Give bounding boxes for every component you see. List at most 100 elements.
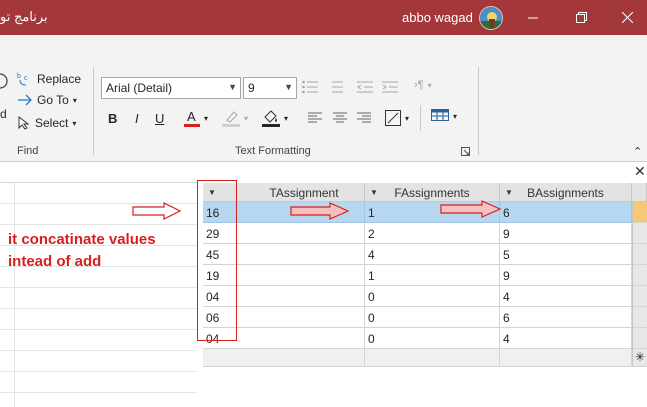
chevron-down-icon: ▾ [72, 118, 77, 128]
font-color-button[interactable]: A ▾ [184, 109, 208, 127]
restore-button[interactable] [558, 0, 604, 35]
table-row[interactable]: 16 1 6 [203, 202, 647, 223]
app-title: برنامج تو [0, 9, 48, 24]
bullet-list-icon[interactable] [302, 80, 318, 94]
avatar[interactable] [479, 6, 503, 30]
replace-button[interactable]: b c Replace [17, 71, 81, 87]
find-group-label: Find [17, 145, 39, 157]
table-row[interactable]: 19 1 9 [203, 265, 647, 286]
select-label: Select [35, 116, 69, 130]
font-name-value: Arial (Detail) [106, 81, 173, 95]
chevron-down-icon: ▾ [244, 113, 249, 123]
close-document-icon[interactable]: ✕ [634, 163, 646, 180]
goto-label: Go To [37, 93, 69, 107]
table-row[interactable]: 06 0 6 [203, 307, 647, 328]
text-direction-button[interactable]: ›¶ ▾ [414, 79, 432, 91]
replace-icon: b c [17, 73, 28, 86]
collapse-ribbon-icon[interactable]: ⌃ [633, 145, 642, 158]
underline-button[interactable]: U [155, 111, 164, 126]
chevron-down-icon: ▾ [284, 113, 289, 123]
chevron-down-icon: ▾ [427, 80, 432, 90]
chevron-down-icon: ▾ [405, 113, 410, 123]
find-partial-label: d [0, 107, 7, 121]
title-bar: برنامج تو abbo wagad [0, 0, 647, 35]
record-selector[interactable] [632, 202, 647, 223]
new-record-icon[interactable]: ✳ [632, 349, 647, 367]
font-name-select[interactable]: Arial (Detail) ▼ [101, 77, 241, 99]
table-row[interactable]: 29 2 9 [203, 223, 647, 244]
alternate-row-color-button[interactable]: ▾ [431, 109, 457, 123]
close-window-button[interactable] [604, 0, 647, 35]
cell-bassignments[interactable]: 9 [500, 265, 632, 286]
table-color-icon [431, 109, 449, 121]
group-divider [420, 105, 421, 131]
arrow-right-icon [18, 94, 32, 106]
new-record-row[interactable]: ✳ [203, 349, 647, 367]
increase-indent-icon[interactable] [382, 80, 398, 94]
annotation-arrow-icon [132, 202, 182, 220]
gridlines-icon [385, 110, 401, 126]
chevron-down-icon: ▾ [453, 111, 458, 121]
replace-label: Replace [37, 72, 82, 86]
align-left-icon[interactable] [308, 112, 322, 124]
cell-fassignments[interactable]: 1 [365, 265, 500, 286]
align-right-icon[interactable] [357, 112, 371, 124]
cell-fassignments[interactable]: 0 [365, 328, 500, 349]
highlight-box [197, 180, 237, 341]
decrease-indent-icon[interactable] [357, 80, 373, 94]
goto-button[interactable]: Go To ▾ [17, 93, 77, 107]
record-selector[interactable] [632, 244, 647, 265]
user-name[interactable]: abbo wagad [402, 10, 473, 25]
svg-text:c: c [24, 75, 28, 82]
cell-bassignments[interactable]: 5 [500, 244, 632, 265]
divider [14, 183, 15, 407]
italic-button[interactable]: I [135, 111, 139, 126]
cell-fassignments[interactable]: 4 [365, 244, 500, 265]
record-selector[interactable] [632, 307, 647, 328]
chevron-down-icon: ▾ [204, 113, 209, 123]
table-row[interactable]: 45 4 5 [203, 244, 647, 265]
cell-fassignments[interactable]: 0 [365, 307, 500, 328]
cursor-icon [18, 116, 30, 130]
cell-fassignments[interactable]: 0 [365, 286, 500, 307]
new-cell[interactable] [365, 349, 500, 367]
cell-bassignments[interactable]: 6 [500, 307, 632, 328]
record-selector[interactable] [632, 286, 647, 307]
bold-button[interactable]: B [108, 111, 117, 126]
group-divider [478, 67, 479, 155]
cell-bassignments[interactable]: 4 [500, 328, 632, 349]
table-row[interactable]: 04 0 4 [203, 286, 647, 307]
record-selector[interactable] [632, 223, 647, 244]
cell-bassignments[interactable]: 4 [500, 286, 632, 307]
new-cell[interactable] [500, 349, 632, 367]
fill-color-button[interactable]: ▾ [262, 109, 288, 127]
close-icon [621, 12, 633, 23]
new-cell[interactable] [203, 349, 365, 367]
text-formatting-group-label: Text Formatting [235, 145, 311, 157]
highlighter-icon [222, 111, 240, 127]
find-icon[interactable] [0, 72, 10, 92]
record-selector[interactable] [632, 328, 647, 349]
column-header-bassignments[interactable]: ▼ BAssignments [500, 183, 632, 202]
record-selector[interactable] [632, 265, 647, 286]
annotation-arrow-icon [440, 200, 502, 218]
highlight-button[interactable]: ▾ [222, 109, 248, 127]
select-button[interactable]: Select ▾ [17, 116, 76, 130]
minimize-button[interactable] [510, 0, 556, 35]
group-divider [93, 67, 94, 155]
chevron-down-icon: ▼ [284, 82, 293, 92]
cell-bassignments[interactable]: 6 [500, 202, 632, 223]
dialog-launcher-icon[interactable] [461, 147, 470, 156]
numbered-list-icon[interactable] [327, 80, 343, 94]
font-size-select[interactable]: 9 ▼ [243, 77, 297, 99]
cell-fassignments[interactable]: 2 [365, 223, 500, 244]
annotation-text: it concatinate values intead of add [8, 229, 156, 273]
font-color-icon: A [184, 109, 200, 127]
annotation-arrow-icon [290, 202, 350, 220]
align-center-icon[interactable] [333, 112, 347, 124]
gridlines-button[interactable]: ▾ [385, 110, 409, 126]
font-size-value: 9 [248, 81, 255, 95]
cell-bassignments[interactable]: 9 [500, 223, 632, 244]
column-header-label: TAssignment [269, 186, 339, 200]
table-row[interactable]: 04 0 4 [203, 328, 647, 349]
